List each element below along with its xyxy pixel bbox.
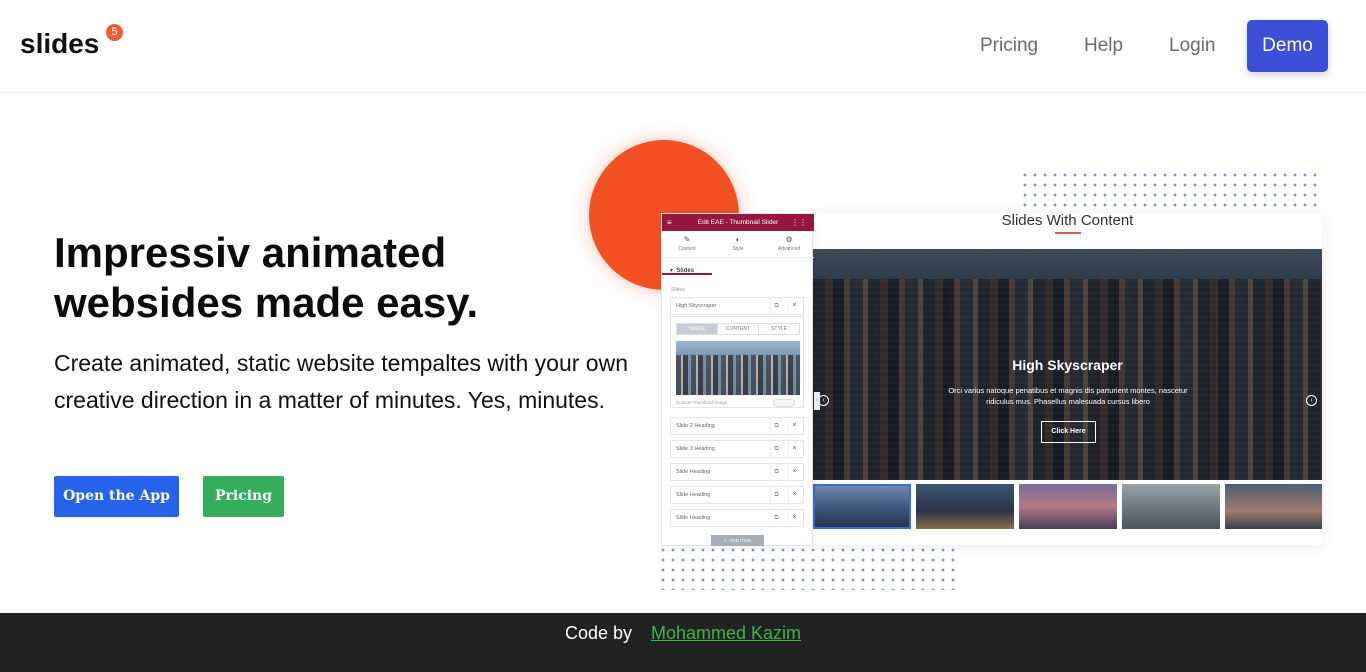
- slide-heading: High Skyscraper: [1012, 357, 1123, 373]
- thumbnail-toggle[interactable]: [773, 399, 795, 407]
- hero-subtitle: Create animated, static website tempalte…: [54, 350, 628, 413]
- dot-pattern-bottom: [658, 545, 958, 590]
- hero-title: Impressiv animated websides made easy.: [54, 229, 479, 326]
- open-app-button[interactable]: Open the App: [54, 476, 179, 517]
- arrow-right-icon[interactable]: ›: [1306, 395, 1317, 406]
- nav-pricing-link[interactable]: Pricing: [980, 35, 1038, 57]
- dot-pattern-top: [1020, 170, 1320, 215]
- section-label: Slides: [676, 268, 695, 274]
- footer-credit-text: Code by: [565, 623, 633, 643]
- slide-item-label: High Skyscraper: [676, 303, 717, 309]
- copy-icon[interactable]: ⧉: [770, 441, 782, 457]
- tab-label: Content: [678, 246, 696, 252]
- slide-item-label: Slide Heading: [676, 469, 711, 475]
- slide-item-label: Slide Heading: [676, 515, 711, 521]
- demo-button[interactable]: Demo: [1247, 20, 1328, 72]
- author-link[interactable]: Mohammed Kazim: [651, 623, 801, 644]
- thumbnail-preview-image[interactable]: [676, 341, 800, 395]
- tab-label: Advanced: [777, 246, 801, 252]
- editor-tabs: ✎ Content ◐ Style ⚙ Advanced: [662, 231, 814, 275]
- logo[interactable]: slides: [20, 28, 99, 60]
- thumbnail[interactable]: [1122, 484, 1220, 529]
- slide-cta-button[interactable]: Click Here: [1041, 421, 1096, 443]
- slides-label: Slides: [671, 287, 685, 293]
- copy-icon[interactable]: ⧉: [770, 298, 782, 314]
- section-heading[interactable]: ▾ Slides: [670, 267, 694, 274]
- pricing-button[interactable]: Pricing: [203, 476, 284, 517]
- thumbnail[interactable]: [813, 484, 911, 529]
- close-icon[interactable]: ×: [788, 418, 800, 434]
- title-underline: [1055, 232, 1081, 234]
- tab-label: Style: [732, 246, 744, 252]
- contrast-icon: ◐: [735, 235, 741, 244]
- add-item-button[interactable]: + ADD ITEM: [711, 535, 764, 546]
- slide-item[interactable]: Slide Heading ⧉ ×: [670, 486, 804, 504]
- nav-login-link[interactable]: Login: [1169, 35, 1216, 57]
- tab-style[interactable]: ◐ Style: [713, 235, 763, 252]
- close-icon[interactable]: ×: [788, 298, 800, 314]
- slide-text: Orci varius natoque penatibus et magnis …: [948, 386, 1188, 406]
- segment-content[interactable]: CONTENT: [717, 323, 759, 335]
- slide-image: High Skyscraper Orci varius natoque pena…: [813, 249, 1322, 480]
- slide-item[interactable]: High Skyscraper ⧉ ×: [670, 297, 804, 315]
- slide-item-label: Slide 2 Heading: [676, 423, 715, 429]
- tab-advanced[interactable]: ⚙ Advanced: [764, 235, 814, 252]
- close-icon[interactable]: ×: [788, 487, 800, 503]
- slider-preview: Slides With Content High Skyscraper Orci…: [813, 213, 1322, 545]
- copy-icon[interactable]: ⧉: [770, 487, 782, 503]
- logo-badge: 5: [106, 24, 123, 41]
- add-item-label: ADD ITEM: [729, 538, 751, 543]
- segment-style[interactable]: STYLE: [758, 323, 800, 335]
- tab-content[interactable]: ✎ Content: [662, 235, 712, 252]
- hamburger-icon[interactable]: ≡: [667, 214, 672, 231]
- thumbnail[interactable]: [1019, 484, 1117, 529]
- editor-panel: Edit EAE - Thumbnail Slider ≡ ⋮⋮ ✎ Conten…: [661, 213, 820, 546]
- close-icon[interactable]: ×: [788, 464, 800, 480]
- copy-icon[interactable]: ⧉: [770, 418, 782, 434]
- thumbnail-label: Custom Thumbnail Image: [676, 400, 728, 405]
- nav-help-link[interactable]: Help: [1084, 35, 1123, 57]
- copy-icon[interactable]: ⧉: [770, 510, 782, 526]
- slide-item-label: Slide Heading: [676, 492, 711, 498]
- panel-collapse-handle[interactable]: ‹: [814, 392, 820, 410]
- grid-icon[interactable]: ⋮⋮: [791, 214, 807, 231]
- pencil-icon: ✎: [683, 235, 691, 244]
- thumbnail[interactable]: [916, 484, 1014, 529]
- slide-item[interactable]: Slide Heading ⧉ ×: [670, 509, 804, 527]
- gear-icon: ⚙: [785, 235, 793, 244]
- site-footer: Code by Mohammed Kazim: [0, 613, 1366, 672]
- thumbnail[interactable]: [1225, 484, 1322, 529]
- slide-item[interactable]: Slide 3 Heading ⧉ ×: [670, 440, 804, 458]
- copy-icon[interactable]: ⧉: [770, 464, 782, 480]
- slide-item-label: Slide 3 Heading: [676, 446, 715, 452]
- thumbnail-skyline: [676, 355, 800, 395]
- close-icon[interactable]: ×: [788, 441, 800, 457]
- thumbnail-strip: [813, 484, 1322, 529]
- slide-item[interactable]: Slide Heading ⧉ ×: [670, 463, 804, 481]
- site-header: slides 5 Pricing Help Login Demo: [0, 0, 1366, 93]
- slide-settings: IMAGE CONTENT STYLE Custom Thumbnail Ima…: [670, 316, 804, 408]
- close-icon[interactable]: ×: [788, 510, 800, 526]
- segment-image[interactable]: IMAGE: [676, 323, 718, 335]
- preview-title: Slides With Content: [1001, 213, 1134, 229]
- slide-item[interactable]: Slide 2 Heading ⧉ ×: [670, 417, 804, 435]
